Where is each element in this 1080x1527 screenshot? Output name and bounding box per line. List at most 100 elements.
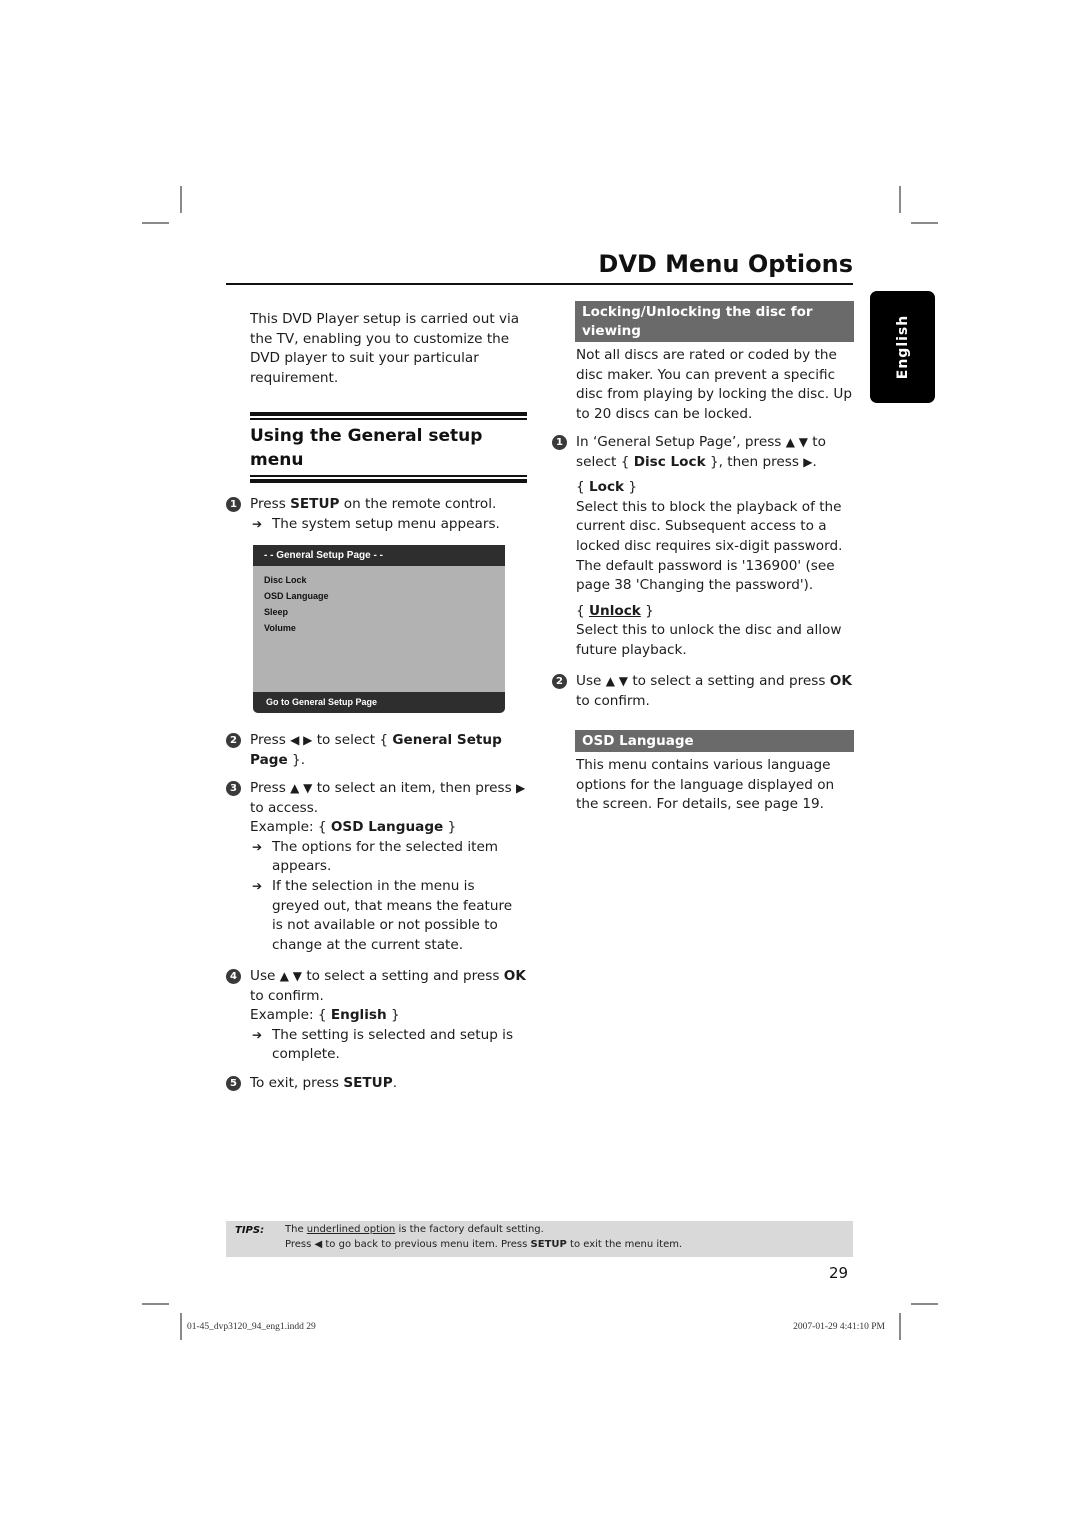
page-title: DVD Menu Options [598,250,853,278]
tips-line: The underlined option is the factory def… [285,1224,544,1235]
step-text: to confirm. [250,987,324,1004]
example-value: OSD Language [330,819,444,836]
setup-menu-footer: Go to General Setup Page [253,692,505,713]
tips-line: Press ◀ to go back to previous menu item… [285,1239,682,1250]
step-text: }, then press [705,453,804,470]
example-line: Example: { English } [250,1006,526,1026]
crop-mark [180,1313,182,1340]
step-4: 4 Use ▲ ▼ to select a setting and press … [226,967,526,1065]
step-text: }. [287,751,306,768]
step-number: 2 [226,733,241,748]
brace: { [576,479,589,496]
step-3: 3 Press ▲ ▼ to select an item, then pres… [226,779,526,955]
option-description: Select this to block the playback of the… [576,498,843,594]
section-heading: Using the General setup menu [250,426,483,470]
result-text: The system setup menu appears. [272,515,500,532]
key-name: OK [829,673,852,689]
option-unlock: { Unlock } [576,602,856,622]
result-line: ➔ The setting is selected and setup is c… [250,1026,526,1065]
tips-box: TIPS: The underlined option is the facto… [226,1221,853,1257]
step-text: Use [576,673,606,689]
key-name: SETUP [530,1239,567,1250]
step-text: . [812,453,817,470]
tips-label: TIPS: [235,1225,265,1236]
example-line: Example: { OSD Language } [250,818,526,838]
brace: { [576,602,589,619]
setup-menu-list: Disc Lock OSD Language Sleep Volume [253,566,505,636]
example-suffix: } [386,1007,400,1024]
lock-step-1: 1 In ‘General Setup Page’, press ▲ ▼ to … [552,433,856,661]
result-text: The options for the selected item appear… [272,838,499,875]
crop-mark [911,222,938,224]
step-1: 1 Press SETUP on the remote control. ➔ T… [226,495,526,534]
left-right-arrow-icons: ◀ ▶ [290,733,313,747]
arrow-icon: ➔ [252,878,263,893]
up-down-arrow-icons: ▲ ▼ [785,435,808,449]
step-text: on the remote control. [339,496,497,512]
setup-menu-item-osd-language[interactable]: OSD Language [264,588,505,604]
intro-paragraph: This DVD Player setup is carried out via… [250,311,520,386]
crop-mark [911,1303,938,1305]
lock-section-heading: Locking/Unlocking the disc for viewing [575,301,854,342]
option-label: Lock [588,479,625,496]
step-number: 3 [226,781,241,796]
lock-intro-paragraph: Not all discs are rated or coded by the … [576,347,852,422]
step-text: to select an item, then press [312,780,517,796]
language-tab-label: English [894,314,911,380]
up-down-arrow-icons: ▲ ▼ [279,969,302,983]
example-suffix: } [443,819,457,836]
step-number: 5 [226,1076,241,1091]
language-tab: English [870,291,935,403]
step-number: 1 [552,435,567,450]
example-prefix: Example: { [250,819,331,836]
section-rule-top [250,412,527,420]
step-text: Use [250,968,280,984]
osd-section-heading: OSD Language [575,730,854,752]
tips-text: is the factory default setting. [395,1224,544,1235]
section-rule-bottom [250,475,527,483]
tips-text: The [285,1224,307,1235]
step-number: 2 [552,674,567,689]
setup-menu-screen: - - General Setup Page - - Disc Lock OSD… [253,545,505,713]
tips-text: Press [285,1239,315,1250]
osd-description: This menu contains various language opti… [576,757,835,813]
key-name: SETUP [343,1075,393,1091]
step-text: Press [250,732,291,748]
key-name: OK [503,968,526,984]
brace: } [640,602,654,619]
up-down-arrow-icons: ▲ ▼ [290,781,313,795]
step-text: . [392,1075,398,1091]
setup-menu-item-sleep[interactable]: Sleep [264,604,505,620]
up-down-arrow-icons: ▲ ▼ [605,674,628,688]
result-text: If the selection in the menu is greyed o… [272,877,513,953]
example-prefix: Example: { [250,1007,331,1024]
arrow-icon: ➔ [252,516,263,531]
tips-underlined-text: underlined option [306,1224,396,1235]
setup-menu-item-disc-lock[interactable]: Disc Lock [264,572,505,588]
step-text: to confirm. [576,692,650,709]
setup-menu-item-volume[interactable]: Volume [264,620,505,636]
title-rule [226,283,853,285]
option-description: Select this to unlock the disc and allow… [576,622,842,658]
right-arrow-icon: ▶ [516,781,526,795]
step-text: Press [250,780,291,796]
result-line: ➔ The system setup menu appears. [250,515,526,535]
step-text: to select a setting and press [302,968,504,984]
step-text: to access. [250,799,319,816]
step-number: 4 [226,969,241,984]
arrow-icon: ➔ [252,1027,263,1042]
crop-mark [142,222,169,224]
key-name: SETUP [290,496,340,512]
crop-mark [142,1303,169,1305]
step-text: to select { [312,732,393,748]
step-text: In ‘General Setup Page’, press [576,434,786,450]
result-line: ➔ If the selection in the menu is greyed… [250,877,526,955]
crop-mark [180,186,182,213]
print-timestamp: 2007-01-29 4:41:10 PM [793,1322,885,1332]
tips-text: to exit the menu item. [566,1239,683,1250]
print-file-name: 01-45_dvp3120_94_eng1.indd 29 [187,1322,316,1332]
crop-mark [899,186,901,213]
tips-text: to go back to previous menu item. Press [322,1239,531,1250]
page-number: 29 [829,1264,849,1282]
setup-menu-header: - - General Setup Page - - [253,545,505,566]
